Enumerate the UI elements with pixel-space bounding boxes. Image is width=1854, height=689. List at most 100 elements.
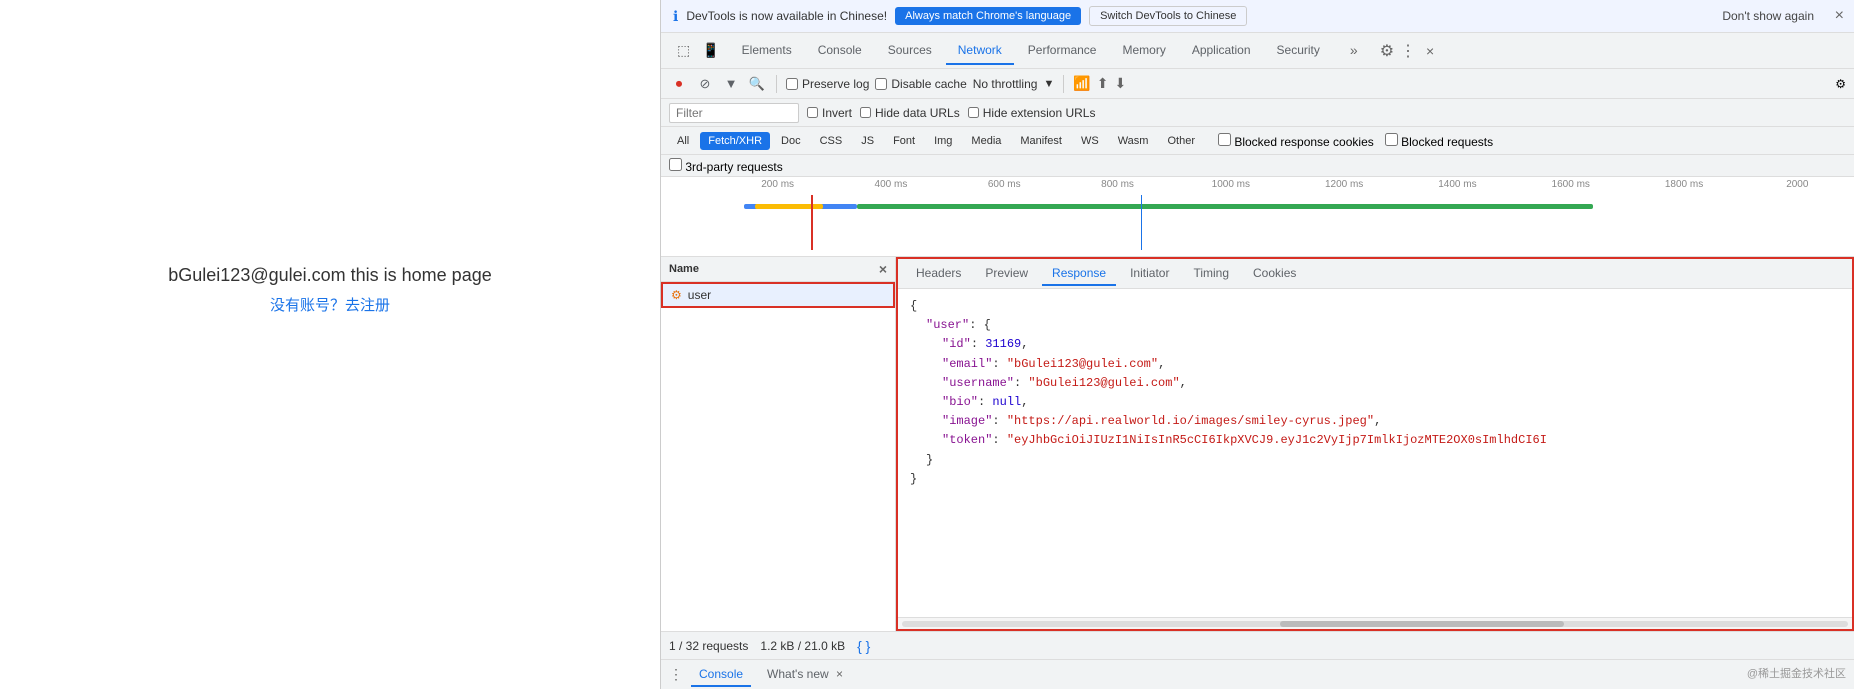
- timeline-label-2000: 2000: [1741, 179, 1854, 190]
- inspect-icon[interactable]: ⬚: [673, 40, 694, 61]
- response-scrollbar[interactable]: [898, 617, 1852, 629]
- preserve-log-label[interactable]: Preserve log: [786, 77, 869, 91]
- info-bar-text: DevTools is now available in Chinese!: [686, 9, 887, 23]
- page-content: bGulei123@gulei.com this is home page 没有…: [0, 0, 660, 580]
- tab-performance[interactable]: Performance: [1016, 37, 1109, 65]
- json-line-10: }: [910, 470, 1840, 489]
- close-panel-btn[interactable]: ×: [879, 261, 887, 277]
- whats-new-tab[interactable]: What's new ×: [759, 663, 851, 687]
- type-css-btn[interactable]: CSS: [812, 132, 851, 150]
- invert-checkbox[interactable]: [807, 107, 818, 118]
- tab-headers[interactable]: Headers: [906, 262, 971, 286]
- third-party-text: 3rd-party requests: [685, 160, 782, 174]
- record-btn[interactable]: ⏺: [669, 74, 689, 94]
- type-img-btn[interactable]: Img: [926, 132, 960, 150]
- type-ws-btn[interactable]: WS: [1073, 132, 1107, 150]
- timeline-label-1600: 1600 ms: [1514, 179, 1627, 190]
- throttle-value: No throttling: [973, 77, 1038, 91]
- tab-timing[interactable]: Timing: [1183, 262, 1239, 286]
- type-font-btn[interactable]: Font: [885, 132, 923, 150]
- json-line-1: {: [910, 297, 1840, 316]
- hide-ext-urls-checkbox[interactable]: [968, 107, 979, 118]
- tab-console[interactable]: Console: [806, 37, 874, 65]
- whats-new-close[interactable]: ×: [836, 667, 843, 681]
- more-vert-icon[interactable]: ⋮: [1400, 41, 1416, 61]
- clear-btn[interactable]: ⊘: [695, 74, 715, 94]
- type-doc-btn[interactable]: Doc: [773, 132, 809, 150]
- json-line-6: "bio": null,: [942, 393, 1840, 412]
- tab-application[interactable]: Application: [1180, 37, 1263, 65]
- json-line-7: "image": "https://api.realworld.io/image…: [942, 412, 1840, 431]
- hide-ext-urls-text: Hide extension URLs: [983, 106, 1096, 120]
- timeline-label-800: 800 ms: [1061, 179, 1174, 190]
- tab-security[interactable]: Security: [1265, 37, 1332, 65]
- type-manifest-btn[interactable]: Manifest: [1012, 132, 1070, 150]
- device-icon[interactable]: 📱: [698, 40, 723, 61]
- download-icon[interactable]: ⬇: [1115, 75, 1127, 92]
- switch-chinese-btn[interactable]: Switch DevTools to Chinese: [1089, 6, 1247, 26]
- hide-data-urls-text: Hide data URLs: [875, 106, 960, 120]
- timeline-label-1000: 1000 ms: [1174, 179, 1287, 190]
- json-line-9: }: [926, 451, 1840, 470]
- scrollbar-track[interactable]: [902, 621, 1848, 627]
- scrollbar-thumb[interactable]: [1280, 621, 1564, 627]
- filter-icon-btn[interactable]: ▼: [721, 74, 741, 94]
- type-wasm-btn[interactable]: Wasm: [1110, 132, 1157, 150]
- tab-cookies[interactable]: Cookies: [1243, 262, 1306, 286]
- toolbar-settings-icon[interactable]: ⚙: [1835, 77, 1846, 91]
- timeline-area: 200 ms 400 ms 600 ms 800 ms 1000 ms 1200…: [661, 177, 1854, 257]
- console-menu-icon[interactable]: ⋮: [669, 666, 683, 683]
- toolbar-separator-1: [776, 75, 777, 93]
- blocked-cookies-checkbox[interactable]: [1218, 133, 1231, 146]
- tab-initiator[interactable]: Initiator: [1120, 262, 1179, 286]
- filter-input[interactable]: [669, 103, 799, 123]
- response-tabs: Headers Preview Response Initiator Timin…: [898, 259, 1852, 289]
- dont-show-link[interactable]: Don't show again: [1722, 9, 1814, 23]
- timeline-label-200: 200 ms: [721, 179, 834, 190]
- json-line-2: "user": {: [926, 316, 1840, 335]
- register-link[interactable]: 没有账号？去注册: [270, 294, 390, 315]
- more-tabs-btn[interactable]: »: [1338, 36, 1370, 66]
- disable-cache-checkbox[interactable]: [875, 78, 887, 90]
- response-panel: Headers Preview Response Initiator Timin…: [896, 257, 1854, 631]
- request-type-icon: ⚙: [671, 288, 682, 302]
- tab-network[interactable]: Network: [946, 37, 1014, 65]
- blocked-requests-checkbox[interactable]: [1385, 133, 1398, 146]
- console-tab[interactable]: Console: [691, 663, 751, 687]
- tab-preview[interactable]: Preview: [975, 262, 1038, 286]
- tab-sources[interactable]: Sources: [876, 37, 944, 65]
- json-line-4: "email": "bGulei123@gulei.com",: [942, 355, 1840, 374]
- preserve-log-checkbox[interactable]: [786, 78, 798, 90]
- settings-icon[interactable]: ⚙: [1380, 41, 1394, 61]
- search-icon-btn[interactable]: 🔍: [747, 74, 767, 94]
- tab-memory[interactable]: Memory: [1110, 37, 1177, 65]
- type-other-btn[interactable]: Other: [1159, 132, 1203, 150]
- match-language-btn[interactable]: Always match Chrome's language: [895, 7, 1081, 25]
- blocked-cookies-label[interactable]: Blocked response cookies: [1218, 133, 1374, 149]
- blocked-requests-label[interactable]: Blocked requests: [1385, 133, 1493, 149]
- transfer-size: 1.2 kB / 21.0 kB: [760, 639, 845, 653]
- third-party-label[interactable]: 3rd-party requests: [669, 158, 783, 174]
- timeline-marker-red: [811, 195, 813, 250]
- wifi-icon: 📶: [1073, 75, 1090, 92]
- hide-ext-urls-label[interactable]: Hide extension URLs: [968, 106, 1096, 120]
- tab-response[interactable]: Response: [1042, 262, 1116, 286]
- type-fetch-xhr-btn[interactable]: Fetch/XHR: [700, 132, 770, 150]
- type-js-btn[interactable]: JS: [853, 132, 882, 150]
- upload-icon[interactable]: ⬆: [1097, 75, 1109, 92]
- close-devtools-icon[interactable]: ×: [1426, 43, 1434, 59]
- throttle-arrow[interactable]: ▼: [1043, 78, 1054, 90]
- infobar-close-btn[interactable]: ×: [1835, 7, 1844, 25]
- type-filter-bar: All Fetch/XHR Doc CSS JS Font Img Media …: [661, 127, 1854, 155]
- json-format-btn[interactable]: { }: [857, 638, 870, 654]
- type-media-btn[interactable]: Media: [963, 132, 1009, 150]
- hide-data-urls-checkbox[interactable]: [860, 107, 871, 118]
- request-item-user[interactable]: ⚙ user: [661, 282, 895, 308]
- tab-elements[interactable]: Elements: [730, 37, 804, 65]
- type-all-btn[interactable]: All: [669, 132, 697, 150]
- third-party-checkbox[interactable]: [669, 158, 682, 171]
- invert-label[interactable]: Invert: [807, 106, 852, 120]
- disable-cache-label[interactable]: Disable cache: [875, 77, 966, 91]
- hide-data-urls-label[interactable]: Hide data URLs: [860, 106, 960, 120]
- info-bar: ℹ DevTools is now available in Chinese! …: [661, 0, 1854, 33]
